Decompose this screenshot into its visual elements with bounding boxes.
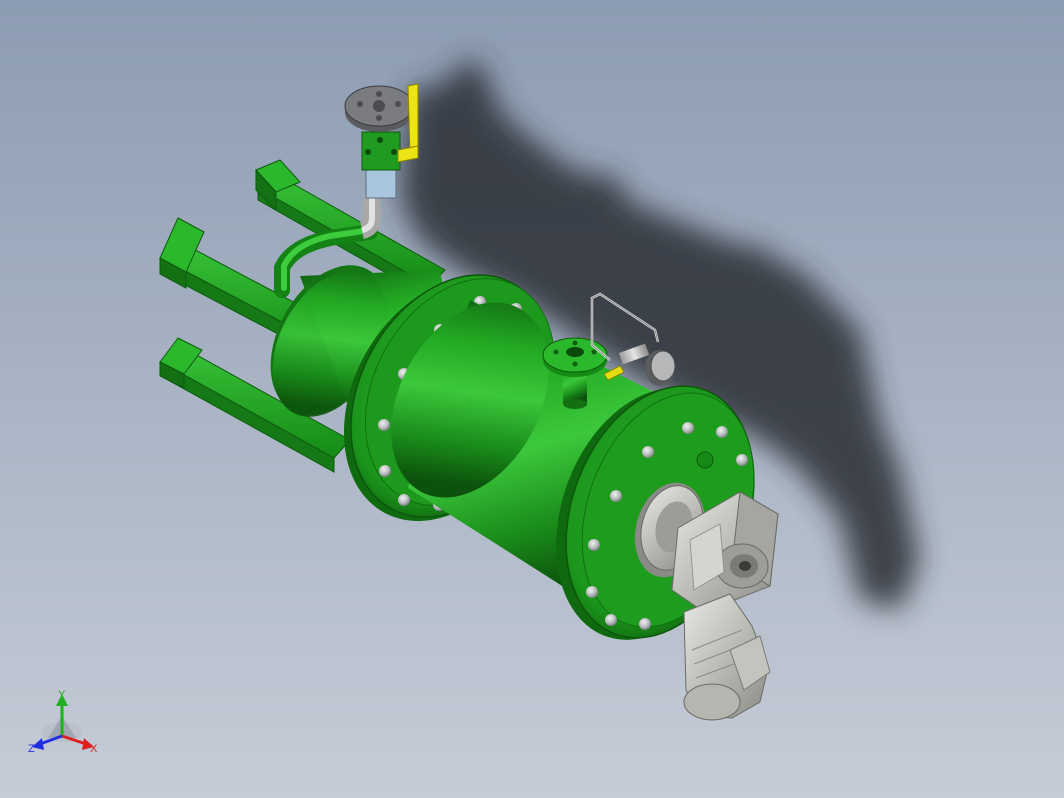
valve-body[interactable] — [361, 131, 401, 199]
graphics-viewport[interactable]: Y X Z — [0, 0, 1064, 798]
triad-x-label: X — [90, 743, 98, 755]
triad-z-label: Z — [28, 743, 35, 755]
valve-top-flange[interactable] — [344, 85, 414, 132]
model-canvas[interactable]: Y X Z — [0, 0, 1064, 798]
drain-plug[interactable] — [696, 451, 714, 469]
triad-y-label: Y — [58, 689, 66, 701]
inlet-elbow[interactable] — [359, 196, 381, 239]
